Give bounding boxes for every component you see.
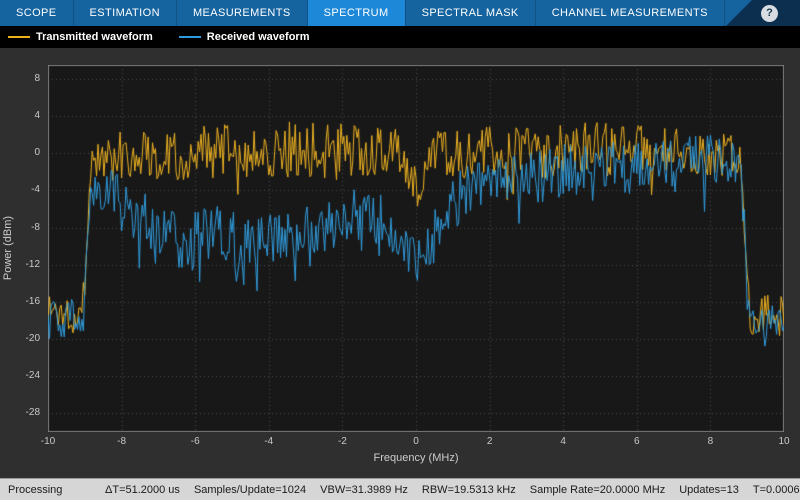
tab-scope[interactable]: SCOPE xyxy=(0,0,74,26)
spectrum-canvas[interactable] xyxy=(48,65,784,432)
status-item: Sample Rate=20.0000 MHz xyxy=(529,483,666,496)
legend-label-received: Received waveform xyxy=(206,31,310,43)
status-bar: Processing ΔT=51.2000 us Samples/Update=… xyxy=(0,478,800,500)
x-tick-label: 2 xyxy=(486,436,493,447)
x-tick-label: 10 xyxy=(778,436,790,447)
x-tick-label: 6 xyxy=(634,436,640,447)
help-button[interactable]: ? xyxy=(761,4,778,22)
y-tick-label: -20 xyxy=(25,333,40,345)
tab-measurements[interactable]: MEASUREMENTS xyxy=(177,0,308,26)
y-tick-label: 8 xyxy=(34,72,40,84)
legend-item-received[interactable]: Received waveform xyxy=(178,31,310,43)
legend: Transmitted waveform Received waveform xyxy=(0,26,800,48)
y-tick-label: -4 xyxy=(31,184,40,196)
x-tick-label: -6 xyxy=(190,436,200,447)
tab-channel-measurements[interactable]: CHANNEL MEASUREMENTS xyxy=(536,0,725,26)
x-tick-label: -8 xyxy=(117,436,127,447)
x-tick-label: 0 xyxy=(413,436,419,447)
toolstrip-end-cap: ? xyxy=(726,0,800,26)
toolstrip-tab-bar: SCOPE ESTIMATION MEASUREMENTS SPECTRUM S… xyxy=(0,0,800,26)
legend-label-transmitted: Transmitted waveform xyxy=(36,31,153,43)
x-tick-labels: -10 -8 -6 -4 -2 0 2 4 6 8 10 xyxy=(41,436,790,450)
y-tick-label: -12 xyxy=(25,258,40,270)
legend-line-swatch-transmitted xyxy=(8,36,30,38)
y-tick-labels: 8 4 0 -4 -8 -12 -16 -20 -24 -28 xyxy=(0,65,44,432)
legend-item-transmitted[interactable]: Transmitted waveform xyxy=(8,31,153,43)
y-tick-label: -28 xyxy=(25,407,40,419)
y-tick-label: 4 xyxy=(34,110,40,122)
y-tick-label: -24 xyxy=(25,370,40,382)
status-state: Processing xyxy=(8,483,63,496)
y-tick-label: -8 xyxy=(31,221,40,233)
y-tick-label: -16 xyxy=(25,295,40,307)
status-item: ΔT=51.2000 us xyxy=(105,483,180,496)
plot-area: Power (dBm) 8 4 0 -4 -8 -12 -16 -20 -24 -28 -10 -8… xyxy=(0,48,800,478)
tab-spectrum[interactable]: SPECTRUM xyxy=(307,0,406,26)
x-tick-label: 4 xyxy=(560,436,566,447)
x-tick-label: 8 xyxy=(707,436,714,447)
tab-estimation[interactable]: ESTIMATION xyxy=(74,0,177,26)
status-item: Updates=13 xyxy=(679,483,739,496)
x-axis-label: Frequency (MHz) xyxy=(373,452,459,464)
x-tick-label: -4 xyxy=(264,436,274,447)
x-tick-label: -2 xyxy=(337,436,347,447)
status-item: Samples/Update=1024 xyxy=(193,483,307,496)
status-item: RBW=19.5313 kHz xyxy=(421,483,516,496)
tab-spectral-mask[interactable]: SPECTRAL MASK xyxy=(406,0,536,26)
y-tick-label: 0 xyxy=(34,147,40,159)
spectrum-analyzer-window: SCOPE ESTIMATION MEASUREMENTS SPECTRUM S… xyxy=(0,0,800,500)
status-item: VBW=31.3989 Hz xyxy=(320,483,408,496)
status-item: T=0.0006 xyxy=(752,483,800,496)
legend-line-swatch-received xyxy=(178,36,201,38)
x-tick-label: -10 xyxy=(40,436,56,447)
